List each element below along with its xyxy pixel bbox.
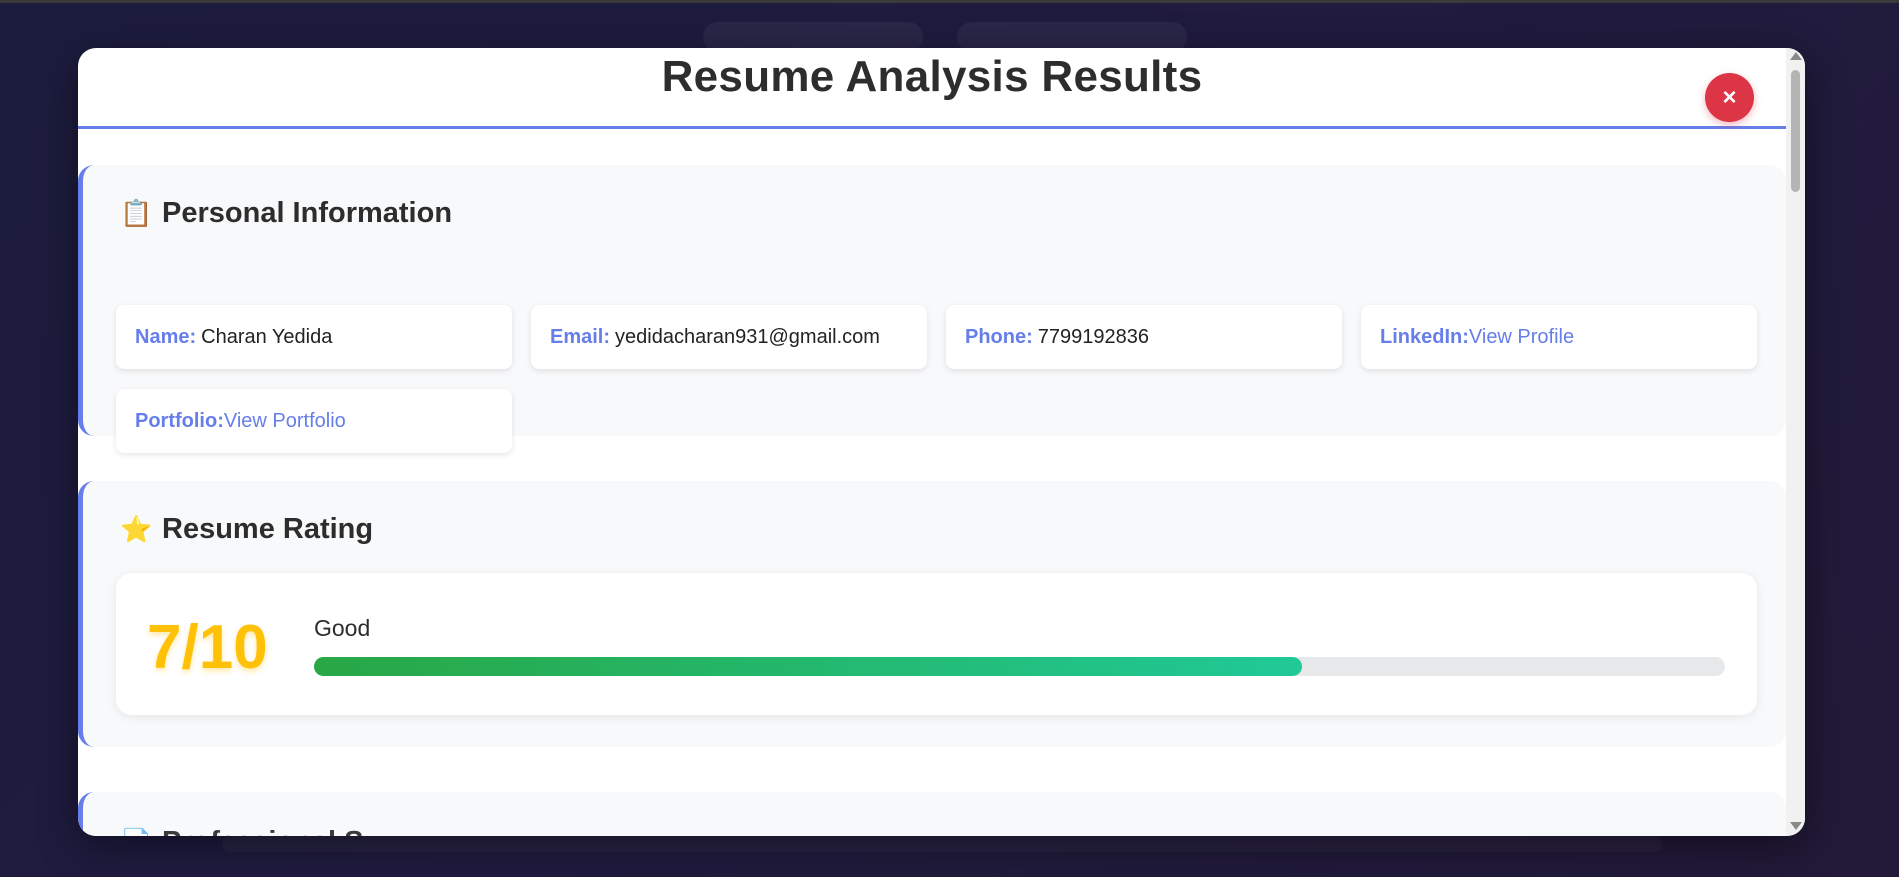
modal-scrollbar[interactable] — [1786, 48, 1805, 836]
scroll-up-arrow-icon[interactable] — [1790, 52, 1802, 60]
email-value: yedidacharan931@gmail.com — [615, 325, 880, 348]
modal-title: Resume Analysis Results — [661, 52, 1203, 101]
rating-progress-bar — [314, 657, 1725, 676]
linkedin-link[interactable]: View Profile — [1469, 326, 1574, 349]
info-card-phone: Phone: 7799192836 — [946, 305, 1342, 369]
document-icon: 📄 — [120, 827, 152, 836]
email-label: Email: — [550, 325, 611, 348]
rating-progress-fill — [314, 657, 1302, 676]
resume-rating-section: ⭐ Resume Rating 7/10 Good — [78, 481, 1786, 747]
scroll-thumb[interactable] — [1791, 70, 1800, 192]
window-top-edge — [0, 0, 1899, 3]
personal-information-section: 📋 Personal Information Name: Charan Yedi… — [78, 165, 1786, 453]
close-button[interactable]: × — [1705, 73, 1754, 122]
modal-header: Resume Analysis Results × — [78, 48, 1786, 129]
results-modal: Resume Analysis Results × 📋 Personal Inf… — [78, 48, 1805, 836]
info-card-email: Email: yedidacharan931@gmail.com — [531, 305, 927, 369]
name-label: Name: — [135, 325, 197, 348]
portfolio-link[interactable]: View Portfolio — [224, 410, 346, 433]
star-icon: ⭐ — [120, 514, 153, 544]
rating-label: Good — [314, 615, 371, 641]
section-title: Professional S — [162, 826, 363, 836]
info-card-linkedin: LinkedIn: View Profile — [1361, 305, 1757, 369]
info-card-name: Name: Charan Yedida — [116, 305, 512, 369]
section-title: Personal Information — [162, 197, 453, 229]
rating-card: 7/10 Good — [116, 573, 1757, 715]
section-heading: ⭐ Resume Rating — [120, 513, 373, 546]
background-panel-ghost — [222, 836, 1662, 852]
portfolio-label: Portfolio: — [135, 409, 224, 432]
name-value: Charan Yedida — [201, 325, 333, 348]
info-card-portfolio: Portfolio: View Portfolio — [116, 389, 512, 453]
phone-value: 7799192836 — [1037, 325, 1150, 348]
phone-label: Phone: — [965, 325, 1033, 348]
section-heading: 📋 Personal Information — [120, 197, 452, 230]
clipboard-icon: 📋 — [120, 198, 153, 228]
linkedin-label: LinkedIn: — [1380, 325, 1469, 348]
section-title: Resume Rating — [162, 513, 374, 545]
rating-score: 7/10 — [147, 613, 268, 682]
scroll-down-arrow-icon[interactable] — [1790, 822, 1802, 830]
professional-summary-section: 📄 Professional S — [78, 792, 1786, 836]
section-heading: 📄 Professional S — [120, 826, 363, 836]
